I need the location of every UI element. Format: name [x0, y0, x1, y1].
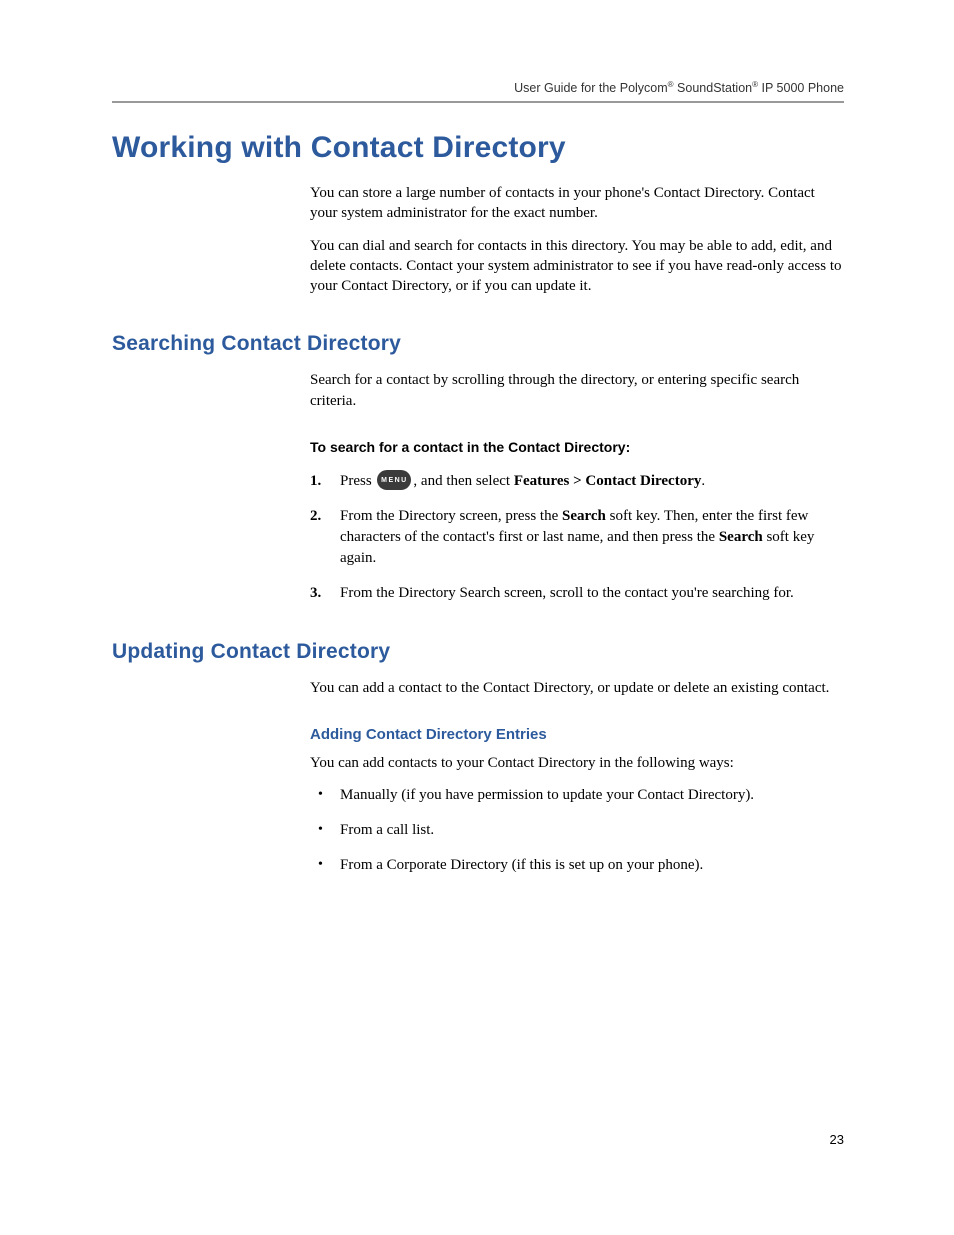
intro-block: You can store a large number of contacts…: [310, 183, 844, 296]
updating-block: You can add a contact to the Contact Dir…: [310, 678, 844, 877]
subsection-heading-adding: Adding Contact Directory Entries: [310, 726, 844, 743]
step-1-contact-directory: Contact Directory: [585, 473, 701, 489]
intro-paragraph-1: You can store a large number of contacts…: [310, 183, 844, 224]
step-1-period: .: [701, 473, 705, 489]
step-1-gt: >: [569, 473, 585, 489]
updating-paragraph: You can add a contact to the Contact Dir…: [310, 678, 844, 698]
bullet-2-text: From a call list.: [340, 822, 434, 838]
adding-paragraph: You can add contacts to your Contact Dir…: [310, 753, 844, 773]
step-2-search-2: Search: [719, 529, 763, 545]
menu-button-icon: MENU: [377, 470, 411, 490]
bullet-3: From a Corporate Directory (if this is s…: [310, 855, 844, 876]
intro-paragraph-2: You can dial and search for contacts in …: [310, 236, 844, 297]
step-2: From the Directory screen, press the Sea…: [310, 506, 844, 569]
running-header-text-2: SoundStation: [674, 81, 753, 95]
bullet-2: From a call list.: [310, 820, 844, 841]
searching-paragraph: Search for a contact by scrolling throug…: [310, 370, 844, 411]
bullet-1: Manually (if you have permission to upda…: [310, 785, 844, 806]
page: User Guide for the Polycom® SoundStation…: [0, 0, 954, 1235]
step-1-text-a: Press: [340, 473, 375, 489]
page-title: Working with Contact Directory: [112, 131, 844, 165]
header-rule: [112, 101, 844, 103]
running-header-text-1: User Guide for the Polycom: [514, 81, 668, 95]
step-3-text: From the Directory Search screen, scroll…: [340, 585, 794, 601]
step-1-features: Features: [514, 473, 570, 489]
running-header-text-3: IP 5000 Phone: [758, 81, 844, 95]
procedure-steps: Press MENU, and then select Features > C…: [310, 471, 844, 604]
section-heading-searching: Searching Contact Directory: [112, 332, 844, 356]
running-header: User Guide for the Polycom® SoundStation…: [112, 80, 844, 95]
step-2-search-1: Search: [562, 508, 606, 524]
section-heading-updating: Updating Contact Directory: [112, 640, 844, 664]
procedure-lead: To search for a contact in the Contact D…: [310, 439, 844, 455]
bullet-1-text: Manually (if you have permission to upda…: [340, 787, 754, 803]
bullet-3-text: From a Corporate Directory (if this is s…: [340, 857, 703, 873]
step-1: Press MENU, and then select Features > C…: [310, 471, 844, 492]
step-3: From the Directory Search screen, scroll…: [310, 583, 844, 604]
page-number: 23: [830, 1132, 844, 1147]
step-1-text-b: , and then select: [413, 473, 513, 489]
searching-block: Search for a contact by scrolling throug…: [310, 370, 844, 604]
adding-bullet-list: Manually (if you have permission to upda…: [310, 785, 844, 876]
step-2-text-a: From the Directory screen, press the: [340, 508, 562, 524]
